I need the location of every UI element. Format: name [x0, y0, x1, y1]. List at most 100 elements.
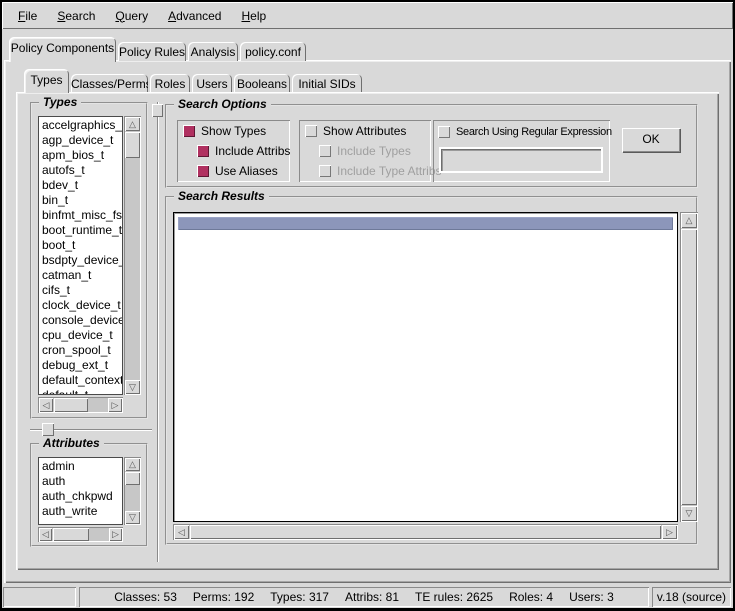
- attribute-list-item[interactable]: auth_write: [42, 504, 122, 519]
- types-vscrollbar[interactable]: △ ▽: [124, 116, 141, 395]
- regex-entry-frame: [439, 147, 603, 173]
- scroll-down-icon[interactable]: ▽: [125, 511, 140, 524]
- stat-types: Types: 317: [270, 590, 329, 604]
- type-list-item[interactable]: cpu_device_t: [42, 328, 122, 343]
- pane-sash-handle[interactable]: [152, 104, 163, 117]
- checkbox-label: Include Type Attribs: [337, 164, 442, 178]
- checkbox-indicator: [319, 165, 331, 177]
- type-list-item[interactable]: apm_bios_t: [42, 148, 122, 163]
- checkbox-label: Include Types: [337, 144, 411, 158]
- scroll-up-icon[interactable]: △: [681, 213, 697, 228]
- type-list-item[interactable]: agp_device_t: [42, 133, 122, 148]
- type-list-item[interactable]: autofs_t: [42, 163, 122, 178]
- type-list-item[interactable]: accelgraphics_e: [42, 118, 122, 133]
- types-panel-title: Types: [39, 95, 81, 109]
- types-panel: Types accelgraphics_eagp_device_tapm_bio…: [30, 102, 148, 419]
- scrollbar-thumb[interactable]: [190, 525, 661, 539]
- results-hscrollbar[interactable]: ◁ ▷: [173, 524, 678, 540]
- attributes-vscrollbar[interactable]: △ ▽: [124, 457, 141, 525]
- type-list-item[interactable]: binfmt_misc_fs: [42, 208, 122, 223]
- type-list-item[interactable]: bin_t: [42, 193, 122, 208]
- checkbox-show-attributes[interactable]: Show Attributes: [305, 123, 406, 139]
- regex-group: Search Using Regular Expression: [433, 120, 610, 182]
- type-list-item[interactable]: boot_t: [42, 238, 122, 253]
- checkbox-include-attribs[interactable]: Include Attribs: [197, 143, 290, 159]
- scroll-right-icon[interactable]: ▷: [109, 528, 122, 541]
- scroll-left-icon[interactable]: ◁: [39, 398, 53, 412]
- results-vscrollbar[interactable]: △ ▽: [680, 212, 698, 522]
- types-hscrollbar[interactable]: ◁ ▷: [38, 397, 123, 413]
- statusbar-left: [3, 587, 76, 607]
- scrollbar-thumb[interactable]: [125, 132, 140, 158]
- search-results-textarea[interactable]: [173, 212, 678, 522]
- regex-input[interactable]: [441, 149, 601, 171]
- tab-initial-sids[interactable]: Initial SIDs: [292, 74, 362, 92]
- scroll-right-icon[interactable]: ▷: [108, 398, 122, 412]
- scroll-up-icon[interactable]: △: [125, 458, 140, 471]
- attribute-list-item[interactable]: auth_chkpwd: [42, 489, 122, 504]
- type-list-item[interactable]: bdev_t: [42, 178, 122, 193]
- text-selection-bar: [178, 217, 673, 230]
- attributes-hscrollbar[interactable]: ◁ ▷: [38, 527, 123, 542]
- tab-roles[interactable]: Roles: [150, 74, 190, 92]
- checkbox-indicator: [305, 125, 317, 137]
- tab-users[interactable]: Users: [192, 74, 232, 92]
- type-list-item[interactable]: boot_runtime_t: [42, 223, 122, 238]
- type-list-item[interactable]: default_t: [42, 388, 122, 395]
- tab-classes-perms[interactable]: Classes/Perms: [71, 74, 148, 92]
- stat-te-rules: TE rules: 2625: [415, 590, 493, 604]
- version-label: v.18 (source): [657, 590, 726, 604]
- checkbox-label: Include Attribs: [215, 144, 290, 158]
- type-list-item[interactable]: catman_t: [42, 268, 122, 283]
- tab-policy-conf[interactable]: policy.conf: [240, 42, 306, 61]
- checkbox-indicator: [438, 126, 450, 138]
- menubar: File Search Query Advanced Help: [2, 2, 733, 29]
- scrollbar-thumb[interactable]: [681, 229, 697, 505]
- checkbox-include-type-attribs[interactable]: Include Type Attribs: [319, 163, 442, 179]
- tab-policy-components[interactable]: Policy Components: [9, 37, 116, 62]
- type-list-item[interactable]: cron_spool_t: [42, 343, 122, 358]
- checkbox-label: Show Types: [201, 124, 266, 138]
- type-list-item[interactable]: console_device: [42, 313, 122, 328]
- scrollbar-thumb[interactable]: [53, 528, 89, 541]
- tab-types[interactable]: Types: [24, 69, 69, 93]
- attribute-list-item[interactable]: auth: [42, 474, 122, 489]
- menu-search[interactable]: Search: [47, 5, 105, 27]
- tab-booleans[interactable]: Booleans: [234, 74, 290, 92]
- checkbox-use-regex[interactable]: Search Using Regular Expression: [438, 124, 612, 140]
- ok-button[interactable]: OK: [622, 128, 680, 152]
- attribute-list-item[interactable]: admin: [42, 459, 122, 474]
- scroll-down-icon[interactable]: ▽: [681, 506, 697, 521]
- menu-advanced[interactable]: Advanced: [158, 5, 231, 27]
- menu-file[interactable]: File: [8, 5, 47, 27]
- attributes-panel-title: Attributes: [39, 436, 104, 450]
- tab-policy-rules[interactable]: Policy Rules: [118, 42, 186, 61]
- stat-classes: Classes: 53: [114, 590, 177, 604]
- menu-help[interactable]: Help: [231, 5, 276, 27]
- scroll-right-icon[interactable]: ▷: [662, 525, 677, 539]
- checkbox-label: Show Attributes: [323, 124, 406, 138]
- checkbox-show-types[interactable]: Show Types: [183, 123, 266, 139]
- search-results-title: Search Results: [174, 189, 269, 203]
- type-list-item[interactable]: default_context: [42, 373, 122, 388]
- checkbox-include-types[interactable]: Include Types: [319, 143, 411, 159]
- checkbox-indicator: [197, 165, 209, 177]
- scrollbar-thumb[interactable]: [54, 398, 88, 412]
- checkbox-use-aliases[interactable]: Use Aliases: [197, 163, 278, 179]
- statusbar-stats: Classes: 53 Perms: 192 Types: 317 Attrib…: [79, 587, 649, 607]
- type-list-item[interactable]: cifs_t: [42, 283, 122, 298]
- scrollbar-thumb[interactable]: [125, 472, 140, 485]
- scroll-left-icon[interactable]: ◁: [39, 528, 52, 541]
- scroll-up-icon[interactable]: △: [125, 117, 140, 131]
- scroll-down-icon[interactable]: ▽: [125, 380, 140, 394]
- scroll-left-icon[interactable]: ◁: [174, 525, 189, 539]
- apol-window: File Search Query Advanced Help Policy C…: [0, 0, 735, 611]
- pane-sash-handle[interactable]: [42, 423, 54, 436]
- type-list-item[interactable]: bsdpty_device_: [42, 253, 122, 268]
- tab-analysis[interactable]: Analysis: [188, 42, 238, 61]
- type-list-item[interactable]: clock_device_t: [42, 298, 122, 313]
- types-listbox[interactable]: accelgraphics_eagp_device_tapm_bios_taut…: [38, 116, 123, 395]
- attributes-listbox[interactable]: adminauthauth_chkpwdauth_write: [38, 457, 123, 525]
- type-list-item[interactable]: debug_ext_t: [42, 358, 122, 373]
- menu-query[interactable]: Query: [105, 5, 158, 27]
